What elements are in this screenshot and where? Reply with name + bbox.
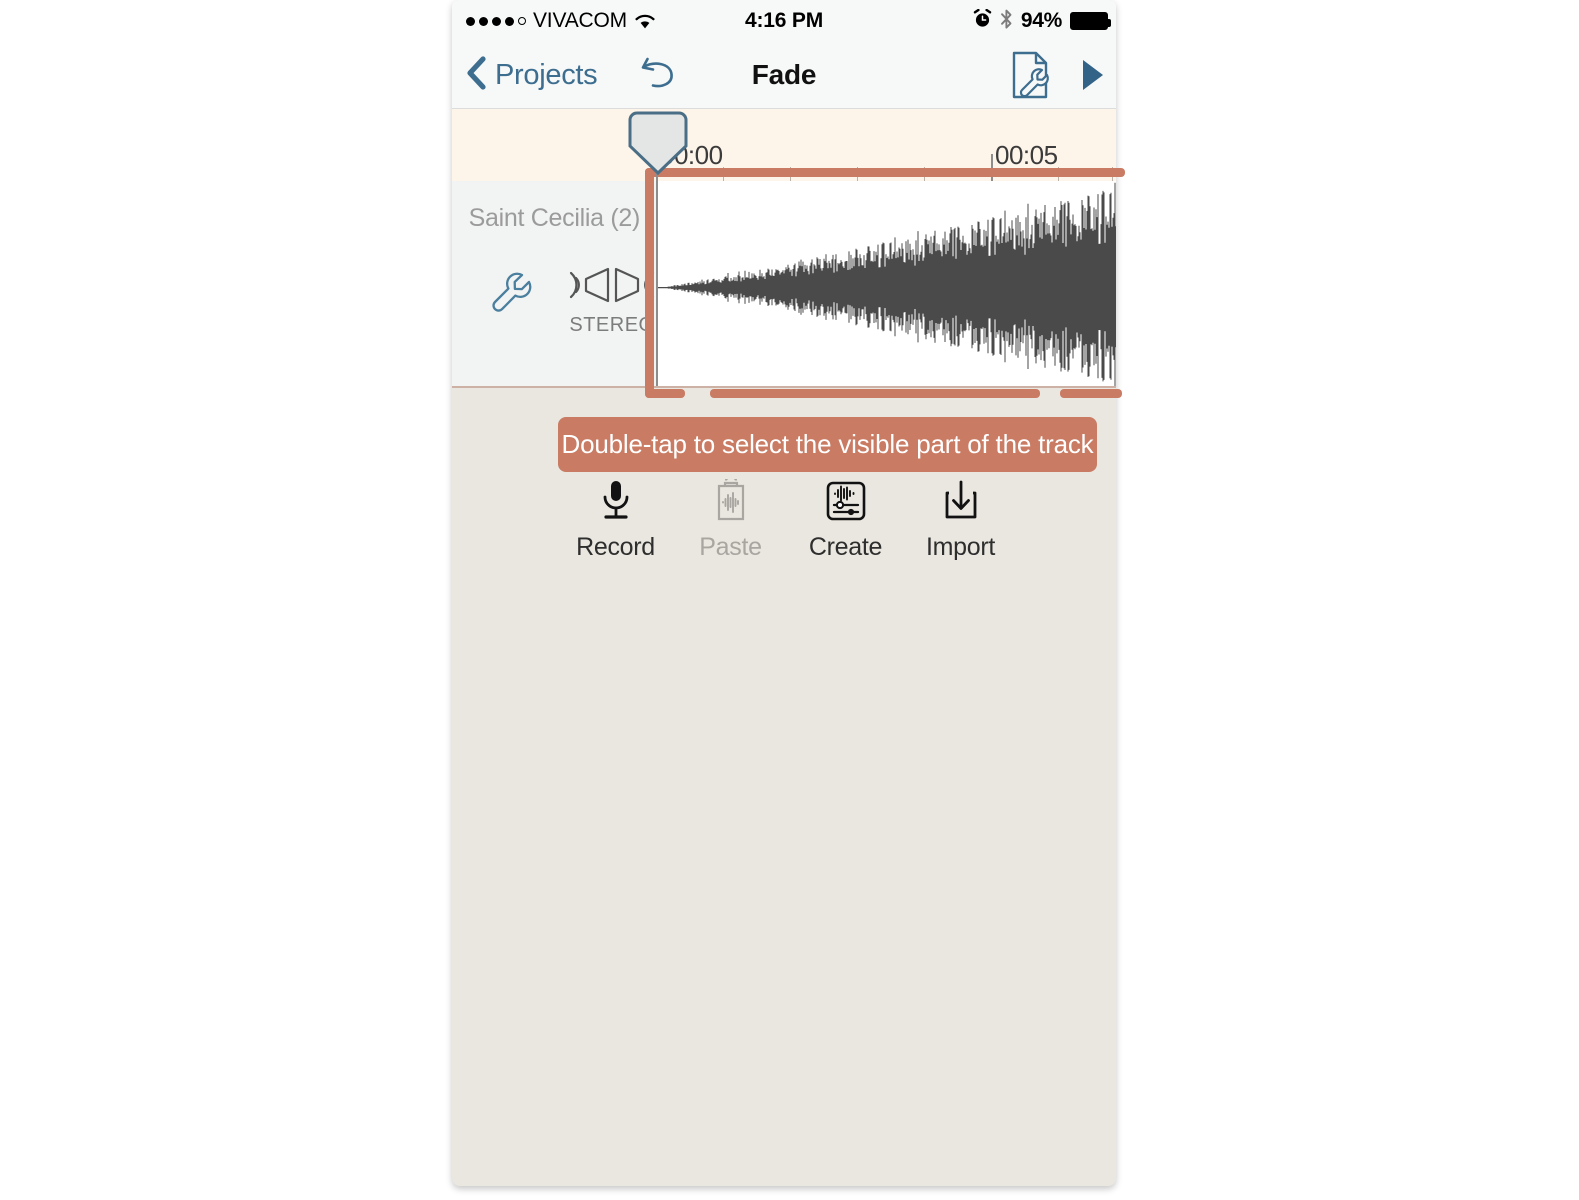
waveform-canvas[interactable] <box>657 181 1116 386</box>
bluetooth-icon <box>1000 9 1013 34</box>
selection-left-edge[interactable] <box>645 168 654 398</box>
selection-dash <box>710 389 1040 398</box>
navigation-bar-right <box>1008 42 1106 108</box>
import-button[interactable]: Import <box>903 478 1018 562</box>
tooltip-text: Double-tap to select the visible part of… <box>561 429 1094 459</box>
selection-bottom-dashes <box>710 389 1122 398</box>
import-download-icon <box>941 478 981 524</box>
stereo-toggle[interactable]: STEREO <box>568 263 656 337</box>
create-mixer-icon <box>824 478 868 524</box>
screenshot-canvas: VIVACOM 4:16 PM 94% Projects Fade 00:00 … <box>0 0 1579 1200</box>
create-button-label: Create <box>808 533 883 561</box>
audio-waveform <box>658 182 1116 386</box>
back-button-label: Projects <box>495 58 598 91</box>
play-triangle-icon[interactable] <box>1080 58 1106 92</box>
document-wrench-icon[interactable] <box>1008 50 1052 100</box>
phone-screenshot: VIVACOM 4:16 PM 94% Projects Fade 00:00 … <box>452 0 1116 1186</box>
track-name-label: Saint Cecilia (2) <box>468 204 641 232</box>
playhead-handle-icon[interactable] <box>624 110 692 176</box>
navigation-bar: Projects Fade <box>452 42 1116 109</box>
battery-full-icon <box>1070 12 1111 30</box>
paste-button-label: Paste <box>699 533 762 561</box>
status-bar-right: 94% <box>973 0 1111 42</box>
playhead-line <box>656 148 658 386</box>
status-bar: VIVACOM 4:16 PM 94% <box>452 0 1116 42</box>
alarm-clock-icon <box>973 8 992 33</box>
wrench-icon[interactable] <box>486 267 534 320</box>
selection-top-edge-dash <box>1094 168 1116 177</box>
chevron-left-icon <box>466 55 486 95</box>
track-header: Saint Cecilia (2) STEREO <box>452 181 657 386</box>
sheet-divider <box>452 386 1116 388</box>
microphone-icon <box>598 478 634 524</box>
selection-dash <box>1060 389 1122 398</box>
record-button[interactable]: Record <box>558 478 673 562</box>
undo-button[interactable] <box>632 42 688 108</box>
create-button[interactable]: Create <box>788 478 903 562</box>
battery-percent-label: 94% <box>1020 9 1062 32</box>
clock-time: 4:16 PM <box>745 9 823 32</box>
back-to-projects-button[interactable]: Projects <box>466 42 598 108</box>
stereo-label: STEREO <box>569 314 655 336</box>
action-button-row: Record Paste Create Import <box>558 478 1098 562</box>
selection-bottom-corner <box>645 389 685 398</box>
clipboard-waveform-icon <box>713 478 749 524</box>
import-button-label: Import <box>925 533 996 561</box>
stereo-speakers-icon <box>568 267 656 311</box>
instruction-tooltip: Double-tap to select the visible part of… <box>558 417 1097 472</box>
record-button-label: Record <box>576 533 655 561</box>
selection-top-edge <box>645 168 1125 177</box>
track-tools: STEREO <box>486 263 654 353</box>
undo-arrow-icon <box>640 54 680 97</box>
audio-track-row: Saint Cecilia (2) STEREO <box>452 181 1116 386</box>
ruler-label: 00:05 <box>995 140 1058 170</box>
paste-button[interactable]: Paste <box>673 478 788 562</box>
page-title-text: Fade <box>751 59 817 90</box>
